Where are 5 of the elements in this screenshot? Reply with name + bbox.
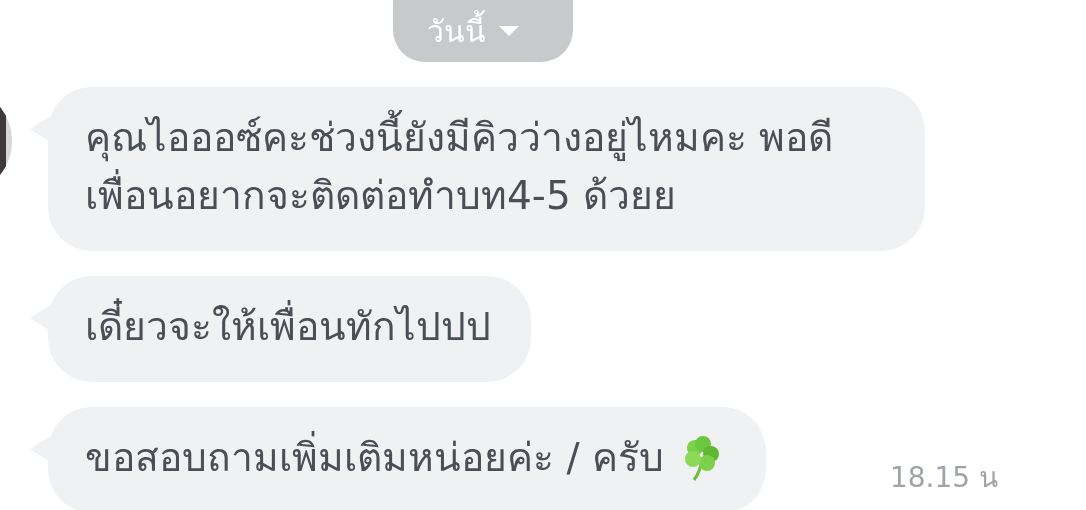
timestamp: 18.15 น <box>889 461 998 495</box>
message-text: คุณไอออซ์คะช่วงนี้ยังมีคิวว่างอยู่ไหมคะ พอดีเพื่อนอยากจะติดต่อทำบท4-5 ด้วยย <box>85 109 885 225</box>
message-text: เดี๋ยวจะให้เพื่อนทักไปปป <box>85 298 491 356</box>
message-text: ขอสอบถามเพิ่มเติมหน่อยค่ะ / ครับ <box>85 429 664 487</box>
caret-icon <box>498 25 520 37</box>
